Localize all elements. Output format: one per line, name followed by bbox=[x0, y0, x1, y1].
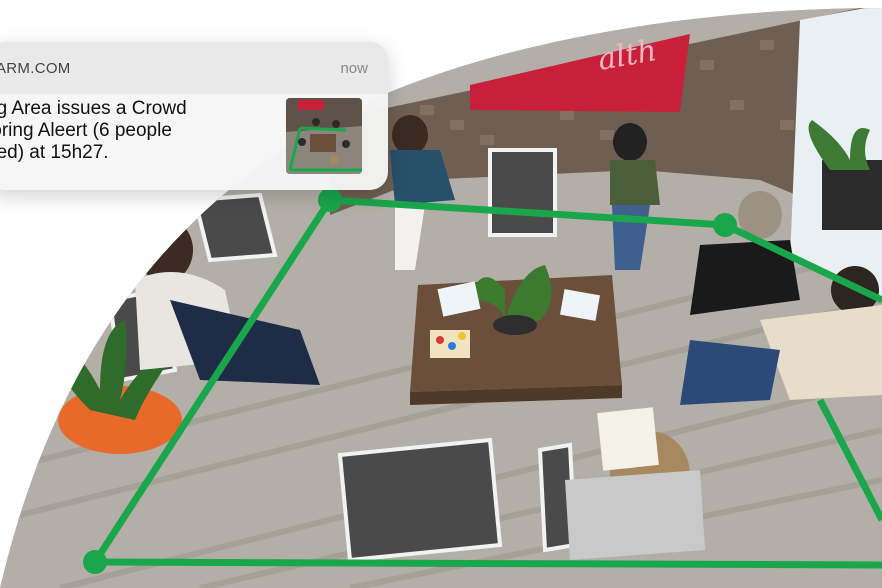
notification-message-line: ded) at 15h27. bbox=[0, 142, 109, 163]
notification-header: ARM.COM now bbox=[0, 42, 388, 94]
notification-message-line: toring Aleert (6 people bbox=[0, 120, 172, 141]
alert-notification[interactable]: ARM.COM now ng Area issues a Crowd torin… bbox=[0, 42, 388, 190]
thumbnail-snapshot-icon bbox=[286, 98, 362, 174]
notification-message: ng Area issues a Crowd toring Aleert (6 … bbox=[0, 98, 276, 164]
notification-app-name: ARM.COM bbox=[0, 60, 71, 77]
notification-thumbnail[interactable] bbox=[286, 98, 362, 174]
notification-timestamp: now bbox=[340, 60, 368, 77]
notification-message-line: ng Area issues a Crowd bbox=[0, 98, 187, 119]
